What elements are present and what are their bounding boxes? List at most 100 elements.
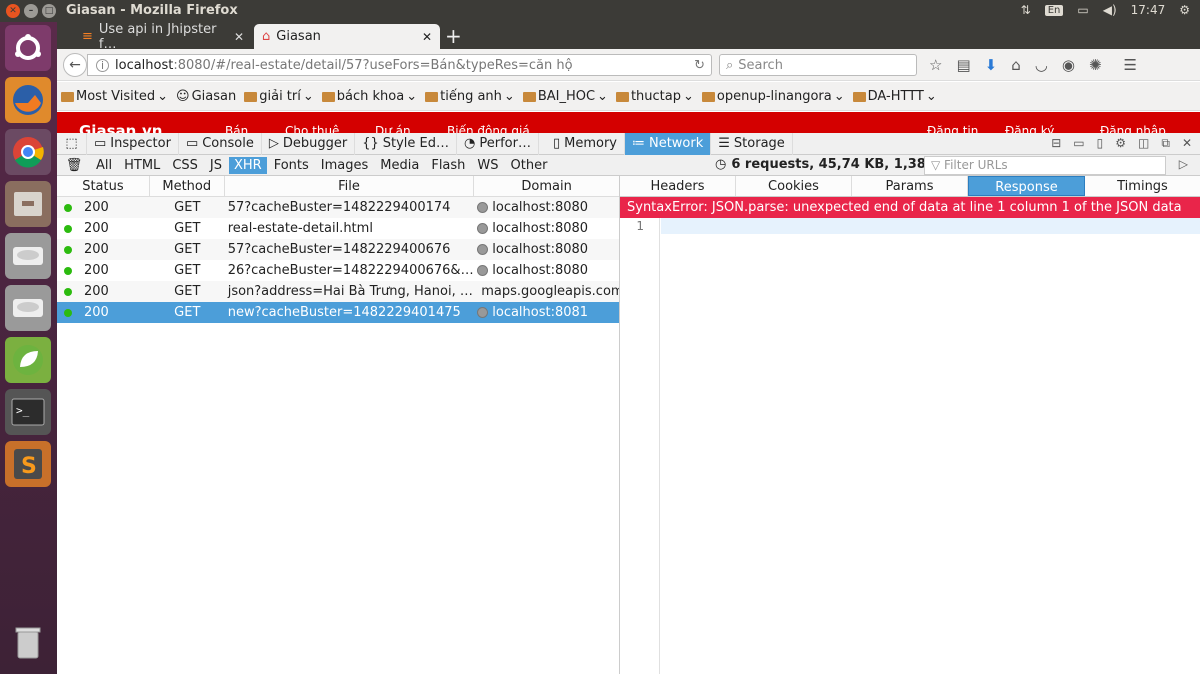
tab-inspector[interactable]: ▭ Inspector xyxy=(87,132,179,155)
back-button[interactable]: ← xyxy=(63,53,87,77)
tab-giasan[interactable]: ⌂ Giasan ✕ xyxy=(254,24,440,49)
filter-other[interactable]: Other xyxy=(506,157,553,174)
tab-stackoverflow[interactable]: ≡ Use api in Jhipster f… ✕ xyxy=(74,22,252,52)
close-tab-icon[interactable]: ✕ xyxy=(234,30,244,44)
column-domain[interactable]: Domain xyxy=(474,176,619,196)
memory-icon: ▯ xyxy=(552,136,561,151)
table-row[interactable]: 200 GET 26?cacheBuster=1482229400676&pag… xyxy=(57,260,619,281)
terminal-icon[interactable]: >_ xyxy=(5,389,51,435)
response-editor[interactable]: 1 xyxy=(620,218,1200,674)
extension-icon[interactable]: ◉ xyxy=(1062,56,1075,74)
table-row[interactable]: 200 GET 57?cacheBuster=1482229400174 loc… xyxy=(57,197,619,218)
filter-images[interactable]: Images xyxy=(316,157,374,174)
column-file[interactable]: File xyxy=(225,176,475,196)
search-input[interactable]: ⌕ Search xyxy=(719,54,917,76)
clock[interactable]: 17:47 xyxy=(1131,3,1166,17)
disk-icon[interactable] xyxy=(5,285,51,331)
bookmark-star-icon[interactable]: ☆ xyxy=(929,56,942,74)
settings-gear-icon[interactable]: ⚙ xyxy=(1179,3,1190,17)
filter-xhr[interactable]: XHR xyxy=(229,156,267,174)
close-window-button[interactable]: ✕ xyxy=(6,4,20,18)
split-console-icon[interactable]: ⊟ xyxy=(1051,136,1061,151)
tab-debugger[interactable]: ▷ Debugger xyxy=(262,132,356,155)
tab-network[interactable]: ≔ Network xyxy=(624,132,712,155)
info-icon[interactable]: i xyxy=(96,58,109,72)
disk-icon[interactable] xyxy=(5,233,51,279)
dock-side-icon[interactable]: ◫ xyxy=(1138,136,1149,151)
bookmark-bach-khoa[interactable]: bách khoa ⌄ xyxy=(321,89,417,104)
frame-icon[interactable]: ▭ xyxy=(1073,136,1084,151)
tab-style-editor[interactable]: {} Style Ed… xyxy=(355,132,458,155)
column-method[interactable]: Method xyxy=(150,176,225,196)
battery-icon[interactable]: ▭ xyxy=(1077,3,1088,17)
sublime-icon[interactable]: S xyxy=(5,441,51,487)
column-status[interactable]: Status xyxy=(57,176,150,196)
filter-ws[interactable]: WS xyxy=(472,157,503,174)
home-icon[interactable]: ⌂ xyxy=(1011,56,1021,74)
system-tray: ⇅ En ▭ ◀) 17:47 ⚙ xyxy=(1021,3,1190,17)
tab-cookies[interactable]: Cookies xyxy=(736,176,852,196)
table-row[interactable]: 200 GET real-estate-detail.html localhos… xyxy=(57,218,619,239)
keyboard-layout-indicator[interactable]: En xyxy=(1044,4,1064,16)
filter-js[interactable]: JS xyxy=(205,157,227,174)
tab-memory[interactable]: ▯ Memory xyxy=(539,132,625,155)
close-tab-icon[interactable]: ✕ xyxy=(422,30,432,44)
tab-timings[interactable]: Timings xyxy=(1085,176,1200,196)
bookmark-bai-hoc[interactable]: BAI_HOC ⌄ xyxy=(522,89,608,104)
bookmarks-menu-icon[interactable]: ▤ xyxy=(956,56,970,74)
maximize-window-button[interactable]: □ xyxy=(42,4,56,18)
tab-storage[interactable]: ☰ Storage xyxy=(711,132,793,155)
new-tab-button[interactable]: + xyxy=(445,24,462,48)
tab-params[interactable]: Params xyxy=(852,176,968,196)
filter-html[interactable]: HTML xyxy=(119,157,165,174)
filter-flash[interactable]: Flash xyxy=(426,157,470,174)
settings-icon[interactable]: ⚙ xyxy=(1115,136,1126,151)
filter-css[interactable]: CSS xyxy=(167,157,203,174)
nav-dang-tin[interactable]: Đăng tin xyxy=(927,124,978,133)
tab-performance[interactable]: ◔ Perfor… xyxy=(457,132,539,155)
filter-fonts[interactable]: Fonts xyxy=(269,157,314,174)
tab-headers[interactable]: Headers xyxy=(620,176,736,196)
reload-icon[interactable]: ↻ xyxy=(694,58,705,73)
element-picker-icon[interactable]: ⬚ xyxy=(57,132,87,155)
bookmark-openup[interactable]: openup-linangora ⌄ xyxy=(701,89,845,104)
table-row[interactable]: 200 GET json?address=Hai Bà Trưng, Hanoi… xyxy=(57,281,619,302)
pocket-icon[interactable]: ◡ xyxy=(1035,56,1048,74)
close-devtools-icon[interactable]: ✕ xyxy=(1182,136,1192,151)
bookmark-most-visited[interactable]: Most Visited ⌄ xyxy=(61,89,168,104)
firefox-icon[interactable] xyxy=(5,77,51,123)
bookmark-thuctap[interactable]: thuctap ⌄ xyxy=(615,89,694,104)
chrome-icon[interactable] xyxy=(5,129,51,175)
filter-media[interactable]: Media xyxy=(375,157,424,174)
nav-dang-ky[interactable]: Đăng ký xyxy=(1005,124,1054,133)
minimize-window-button[interactable]: – xyxy=(24,4,38,18)
nav-dang-nhap[interactable]: Đăng nhập xyxy=(1100,124,1166,133)
spring-icon[interactable] xyxy=(5,337,51,383)
downloads-icon[interactable]: ⬇ xyxy=(985,56,998,74)
menu-icon[interactable]: ☰ xyxy=(1124,56,1137,74)
ubuntu-dash-icon[interactable] xyxy=(5,25,51,71)
table-row-selected[interactable]: 200 GET new?cacheBuster=1482229401475 lo… xyxy=(57,302,619,323)
bookmark-da-httt[interactable]: DA-HTTT ⌄ xyxy=(852,89,937,104)
stopwatch-icon[interactable]: ◷ xyxy=(715,157,726,172)
files-icon[interactable] xyxy=(5,181,51,227)
filter-all[interactable]: All xyxy=(91,157,117,174)
toggle-sidebar-icon[interactable]: ▷ xyxy=(1179,157,1188,171)
volume-icon[interactable]: ◀) xyxy=(1103,3,1117,17)
bookmark-giai-tri[interactable]: giải trí ⌄ xyxy=(244,89,314,104)
clear-trash-icon[interactable]: 🗑 xyxy=(57,158,91,173)
filter-urls-input[interactable]: ▽ Filter URLs xyxy=(924,156,1166,175)
trash-icon[interactable] xyxy=(5,619,51,665)
table-row[interactable]: 200 GET 57?cacheBuster=1482229400676 loc… xyxy=(57,239,619,260)
tab-response[interactable]: Response xyxy=(968,176,1085,196)
bookmark-tieng-anh[interactable]: tiếng anh ⌄ xyxy=(425,89,515,104)
site-logo[interactable]: Giasan.vn xyxy=(79,122,162,133)
url-bar[interactable]: i localhost:8080/#/real-estate/detail/57… xyxy=(87,54,712,76)
addon-icon[interactable]: ✺ xyxy=(1089,56,1102,74)
network-transfer-icon[interactable]: ⇅ xyxy=(1021,3,1031,17)
bookmark-giasan[interactable]: ☺ Giasan xyxy=(176,89,236,104)
editor-active-line[interactable] xyxy=(661,218,1200,234)
responsive-icon[interactable]: ▯ xyxy=(1097,136,1104,151)
undock-icon[interactable]: ⧉ xyxy=(1161,136,1170,151)
tab-console[interactable]: ▭ Console xyxy=(179,132,262,155)
